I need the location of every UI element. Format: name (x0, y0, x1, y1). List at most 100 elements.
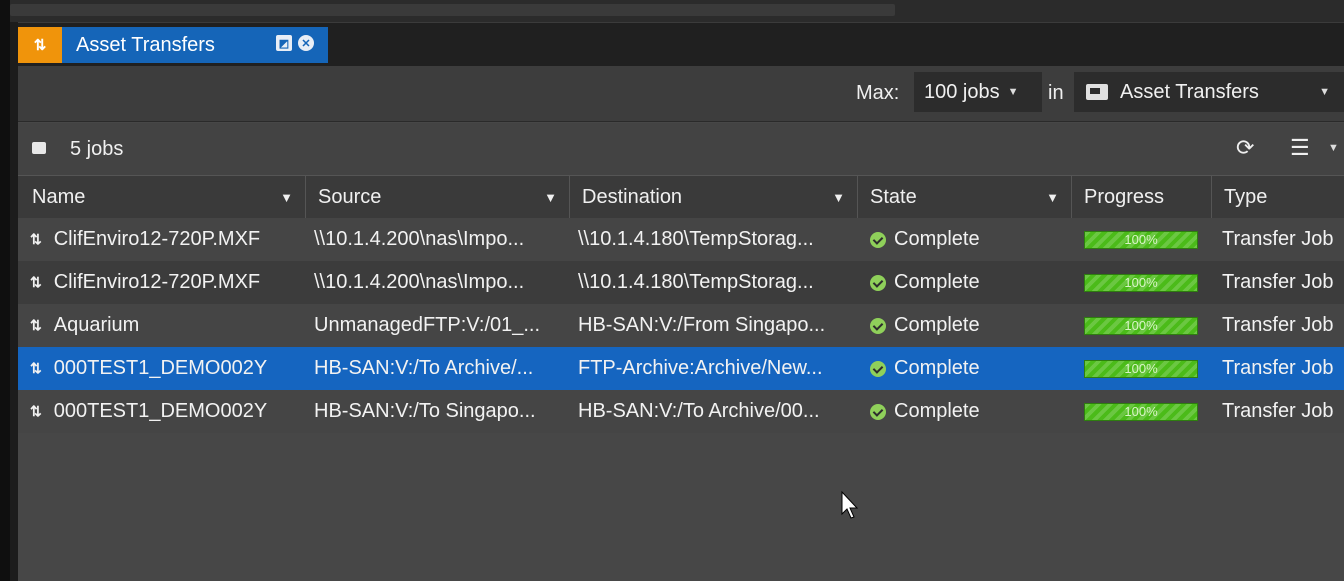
column-header-name[interactable]: Name ▼ (18, 176, 306, 219)
toolbar: Max: 100 jobs ▼ in Asset Transfers ▼ (18, 66, 1344, 122)
top-strip (10, 0, 1344, 22)
cell-destination: \\10.1.4.180\TempStorag... (578, 228, 814, 250)
progress-bar: 100% (1084, 273, 1198, 292)
max-jobs-value: 100 jobs (924, 80, 1000, 103)
cell-destination: HB-SAN:V:/From Singapo... (578, 314, 826, 336)
table-row[interactable]: ⇅ 000TEST1_DEMO002Y HB-SAN:V:/To Singapo..… (18, 390, 1344, 433)
cell-type: Transfer Job (1222, 228, 1334, 250)
table-row[interactable]: ⇅ ClifEnviro12-720P.MXF \\10.1.4.200\nas\I… (18, 261, 1344, 304)
cell-source: \\10.1.4.200\nas\Impo... (314, 271, 525, 293)
filter-icon[interactable]: ▼ (1046, 190, 1059, 205)
complete-check-icon (870, 317, 886, 334)
table-row[interactable]: ⇅ 000TEST1_DEMO002Y HB-SAN:V:/To Archive/.… (18, 347, 1344, 390)
column-header-progress[interactable]: Progress (1072, 176, 1212, 219)
transfer-arrows-icon: ⇅ (30, 360, 42, 376)
complete-check-icon (870, 231, 886, 248)
cell-type: Transfer Job (1222, 271, 1334, 293)
horizontal-scrollbar[interactable] (10, 4, 895, 16)
cell-name: ⇅ ClifEnviro12-720P.MXF (18, 218, 306, 261)
chevron-down-icon: ▼ (1319, 86, 1330, 98)
job-name: 000TEST1_DEMO002Y (53, 400, 268, 422)
cell-state: Complete (870, 347, 1072, 390)
cell-name: ⇅ Aquarium (18, 304, 306, 347)
cell-source: \\10.1.4.200\nas\Impo... (314, 228, 525, 250)
transfer-arrows-icon: ⇅ (30, 317, 42, 333)
mouse-cursor-icon (841, 490, 859, 519)
column-label: State (870, 186, 917, 208)
column-header-state[interactable]: State ▼ (858, 176, 1072, 219)
progress-bar: 100% (1084, 402, 1198, 421)
table-row[interactable]: ⇅ ClifEnviro12-720P.MXF \\10.1.4.200\nas\I… (18, 218, 1344, 261)
cell-destination: HB-SAN:V:/To Archive/00... (578, 400, 820, 422)
column-header-type[interactable]: Type (1212, 176, 1344, 219)
column-label: Type (1224, 186, 1268, 208)
transfer-arrows-icon: ⇅ (30, 403, 42, 419)
popout-icon[interactable]: ◩ (276, 35, 292, 51)
cell-state: Complete (870, 218, 1072, 261)
column-label: Source (318, 186, 382, 208)
job-state: Complete (894, 357, 980, 379)
chevron-down-icon[interactable]: ▼ (1328, 142, 1339, 154)
column-label: Destination (582, 186, 683, 208)
cell-name: ⇅ 000TEST1_DEMO002Y (18, 347, 306, 390)
close-icon[interactable]: ✕ (298, 35, 314, 51)
column-label: Progress (1084, 186, 1165, 208)
jobs-icon (32, 142, 46, 154)
asset-transfers-panel: Max: 100 jobs ▼ in Asset Transfers ▼ 5 j… (18, 66, 1344, 581)
cell-source: HB-SAN:V:/To Archive/... (314, 357, 534, 379)
jobs-bar: 5 jobs ⟳ ☰ ▼ (18, 123, 1344, 175)
job-state: Complete (894, 314, 980, 336)
job-state: Complete (894, 228, 980, 250)
cell-progress: 100% (1084, 390, 1212, 433)
progress-bar: 100% (1084, 359, 1198, 378)
left-edge (0, 0, 10, 581)
cell-type: Transfer Job (1222, 400, 1334, 422)
folder-icon (1086, 84, 1108, 100)
refresh-icon[interactable]: ⟳ (1236, 135, 1254, 161)
table-header: Name ▼ Source ▼ Destination ▼ State ▼ Pr… (18, 175, 1344, 219)
cell-progress: 100% (1084, 261, 1212, 304)
tab-title: Asset Transfers (76, 33, 215, 56)
job-name: Aquarium (53, 314, 140, 336)
complete-check-icon (870, 360, 886, 377)
cell-type: Transfer Job (1222, 357, 1334, 379)
cell-type: Transfer Job (1222, 314, 1334, 336)
cell-progress: 100% (1084, 304, 1212, 347)
max-jobs-dropdown[interactable]: 100 jobs ▼ (914, 72, 1042, 112)
cell-state: Complete (870, 390, 1072, 433)
column-header-source[interactable]: Source ▼ (306, 176, 570, 219)
cell-progress: 100% (1084, 347, 1212, 390)
cell-source: HB-SAN:V:/To Singapo... (314, 400, 536, 422)
job-name: 000TEST1_DEMO002Y (53, 357, 268, 379)
tab-bar: ⇅ Asset Transfers ◩ ✕ (18, 22, 1344, 66)
cell-destination: FTP-Archive:Archive/New... (578, 357, 823, 379)
column-header-destination[interactable]: Destination ▼ (570, 176, 858, 219)
transfer-arrows-icon: ⇅ (30, 231, 42, 247)
destination-value: Asset Transfers (1120, 80, 1259, 103)
filter-icon[interactable]: ▼ (544, 190, 557, 205)
job-name: ClifEnviro12-720P.MXF (53, 228, 261, 250)
cell-state: Complete (870, 261, 1072, 304)
jobs-count: 5 jobs (70, 138, 124, 160)
cell-state: Complete (870, 304, 1072, 347)
cell-name: ⇅ 000TEST1_DEMO002Y (18, 390, 306, 433)
complete-check-icon (870, 403, 886, 420)
destination-dropdown[interactable]: Asset Transfers ▼ (1074, 72, 1344, 112)
transfer-arrows-icon: ⇅ (30, 274, 42, 290)
columns-menu-icon[interactable]: ☰ (1290, 135, 1310, 161)
max-label: Max: (856, 82, 900, 104)
filter-icon[interactable]: ▼ (832, 190, 845, 205)
in-label: in (1048, 82, 1064, 104)
complete-check-icon (870, 274, 886, 291)
job-state: Complete (894, 400, 980, 422)
job-name: ClifEnviro12-720P.MXF (53, 271, 261, 293)
progress-bar: 100% (1084, 316, 1198, 335)
transfer-arrows-icon[interactable]: ⇅ (18, 27, 62, 63)
table-row[interactable]: ⇅ Aquarium UnmanagedFTP:V:/01_... HB-SAN:V:… (18, 304, 1344, 347)
filter-icon[interactable]: ▼ (280, 190, 293, 205)
tab-asset-transfers[interactable]: Asset Transfers ◩ ✕ (62, 27, 328, 63)
cell-progress: 100% (1084, 218, 1212, 261)
chevron-down-icon: ▼ (1007, 86, 1019, 98)
cell-source: UnmanagedFTP:V:/01_... (314, 314, 541, 336)
column-label: Name (32, 186, 86, 208)
